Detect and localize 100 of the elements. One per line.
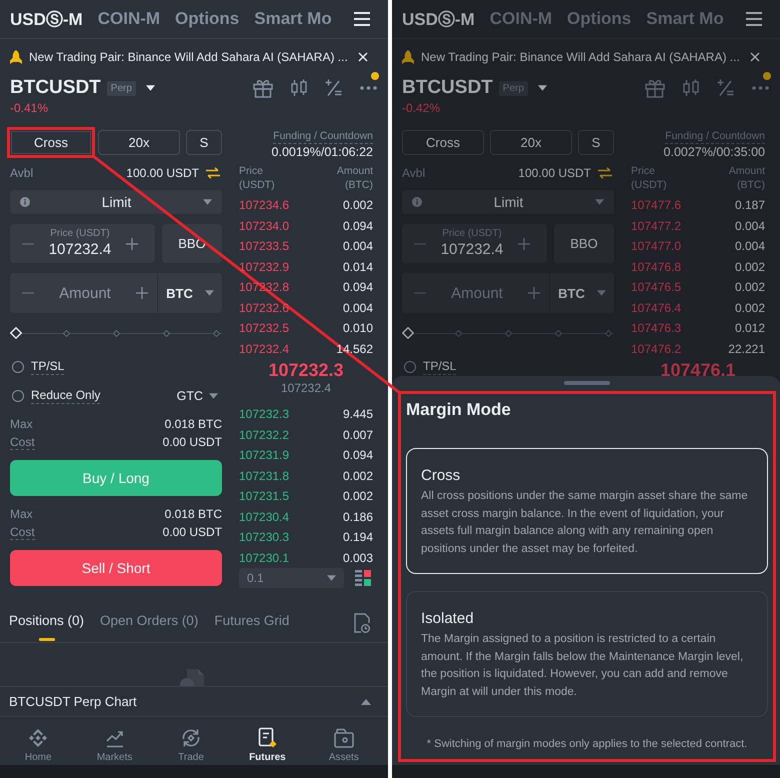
document-clock-icon[interactable] [354, 613, 370, 633]
candlestick-icon[interactable] [291, 79, 307, 97]
order-amount: 0.094 [342, 448, 373, 462]
ask-price: 107477.6 [631, 198, 682, 212]
option-label[interactable]: Reduce Only [31, 388, 100, 404]
bid-price: 107232.2 [239, 428, 290, 442]
precision-dropdown[interactable]: 0.1 [239, 568, 344, 588]
slider-thumb[interactable] [10, 327, 22, 339]
ask-price: 107476.3 [631, 321, 682, 336]
setting-button[interactable]: S [578, 130, 614, 155]
price-field[interactable]: Price (USDT) 107232.4 [402, 224, 547, 263]
stat-label: Cost [10, 434, 35, 450]
funding-label[interactable]: Funding / Countdown [273, 130, 373, 144]
close-icon[interactable] [358, 52, 368, 62]
caret-up-icon[interactable] [361, 698, 371, 704]
funding-value: 0.0019%/01:06:22 [272, 145, 373, 160]
setting-button[interactable]: Cross [402, 130, 484, 155]
order-amount: 0.094 [342, 280, 373, 294]
order-tab[interactable]: Open Orders (0) [100, 605, 198, 642]
order-amount: 0.002 [342, 489, 373, 504]
market-tab[interactable]: USDⓈ-M [402, 8, 475, 30]
order-tab[interactable]: Positions (0) [9, 605, 84, 642]
option-title: Cross [421, 466, 460, 486]
nav-item[interactable]: Markets [76, 717, 153, 765]
layout-icon[interactable] [355, 570, 371, 586]
more-icon[interactable] [360, 86, 377, 90]
caret-icon[interactable] [538, 85, 547, 91]
bbo-button[interactable]: BBO [554, 224, 614, 263]
info-icon[interactable] [412, 197, 422, 207]
swap-icon[interactable] [598, 167, 612, 179]
amount-field[interactable]: Amount BTC [402, 273, 614, 313]
footnote: * Switching of margin modes only applies to the selected contract. [426, 737, 748, 751]
caret-icon[interactable] [146, 85, 155, 91]
info-icon[interactable] [20, 197, 30, 207]
nav-item[interactable]: Futures [229, 717, 306, 765]
market-tab[interactable]: Options [175, 8, 240, 30]
amount-field[interactable]: Amount BTC [10, 273, 222, 313]
setting-button[interactable]: 20x [490, 130, 572, 155]
plus-icon[interactable] [528, 287, 540, 299]
order-amount: 0.002 [734, 260, 765, 274]
math-symbols-icon[interactable] [325, 79, 342, 97]
sell-button[interactable]: Sell / Short [10, 550, 222, 586]
drag-handle[interactable] [564, 381, 610, 385]
step-marker-icon [604, 330, 612, 336]
swap-icon[interactable] [206, 167, 220, 179]
setting-button[interactable]: S [186, 130, 222, 155]
symbol-name[interactable]: BTCUSDT [402, 77, 493, 99]
menu-icon[interactable] [746, 12, 762, 26]
checkbox[interactable] [404, 361, 416, 373]
nav-item[interactable]: Home [0, 717, 76, 765]
column-header: Price (USDT) [631, 164, 667, 192]
chart-section-header[interactable]: BTCUSDT Perp Chart [0, 686, 388, 716]
unit-dropdown[interactable]: BTC [549, 273, 614, 313]
funding-value: 0.0027%/00:35:00 [664, 145, 765, 160]
bid-price: 107230.3 [239, 530, 290, 544]
wallet-icon [332, 727, 355, 749]
close-icon[interactable] [750, 52, 760, 62]
contract-type-tag: Perp [106, 80, 136, 96]
mark-price: 107232.4 [280, 381, 332, 395]
order-type-dropdown[interactable]: Limit [10, 190, 222, 214]
announcement-text[interactable]: New Trading Pair: Binance Will Add Sahara AI (SAHARA) ... [421, 50, 743, 64]
plus-icon[interactable] [126, 238, 138, 250]
option-label[interactable]: TP/SL [31, 359, 64, 375]
checkbox[interactable] [12, 361, 24, 373]
order-type-dropdown[interactable]: Limit [402, 190, 614, 214]
ask-price: 107476.4 [631, 300, 682, 315]
symbol-name[interactable]: BTCUSDT [10, 77, 101, 99]
candlestick-icon[interactable] [683, 79, 699, 97]
more-icon[interactable] [752, 86, 769, 90]
price-value: 107232.4 [48, 240, 112, 259]
option-label[interactable]: TP/SL [423, 359, 456, 375]
nav-item[interactable]: Assets [306, 717, 382, 765]
checkbox[interactable] [12, 390, 24, 402]
minus-icon[interactable] [22, 242, 34, 244]
price-field[interactable]: Price (USDT) 107232.4 [10, 224, 155, 263]
gift-icon[interactable] [645, 78, 665, 98]
nav-item[interactable]: Trade [152, 717, 230, 765]
plus-icon[interactable] [518, 238, 530, 250]
setting-button[interactable]: Cross [7, 127, 95, 158]
order-amount: 0.194 [342, 530, 373, 544]
market-tab[interactable]: Smart Mo [254, 8, 332, 30]
column-header: Price (USDT) [239, 164, 275, 192]
market-tab[interactable]: COIN-M [98, 8, 160, 30]
time-in-force-dropdown[interactable]: GTC [176, 389, 218, 403]
gift-icon[interactable] [253, 78, 273, 98]
order-tab[interactable]: Futures Grid [214, 605, 290, 642]
market-tab[interactable]: USDⓈ-M [10, 8, 83, 30]
setting-button[interactable]: 20x [98, 130, 180, 155]
slider-thumb[interactable] [402, 327, 414, 339]
stat-value: 0.00 USDT [162, 435, 222, 449]
menu-icon[interactable] [354, 12, 370, 26]
plus-icon[interactable] [136, 287, 148, 299]
unit-dropdown[interactable]: BTC [157, 273, 222, 313]
cycle-arrows-icon [180, 727, 202, 749]
bid-price: 107230.4 [239, 510, 290, 524]
available-value: 100.00 USDT [518, 166, 591, 180]
math-symbols-icon[interactable] [717, 79, 734, 97]
order-amount: 0.186 [342, 510, 373, 524]
step-marker-icon [62, 330, 70, 336]
announcement-text[interactable]: New Trading Pair: Binance Will Add Sahara AI (SAHARA) ... [29, 50, 351, 64]
